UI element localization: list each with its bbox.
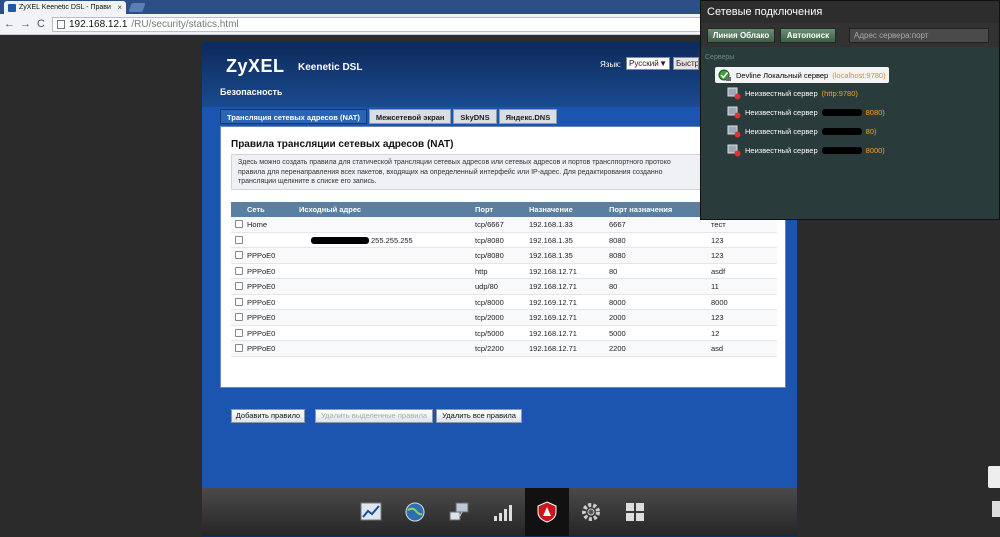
apps-icon[interactable]	[613, 488, 657, 536]
language-label: Язык:	[600, 60, 621, 69]
server-address: 80)	[865, 126, 877, 136]
subtab-bar: Трансляция сетевых адресов (NAT) Межсете…	[220, 109, 558, 124]
side-edge-button[interactable]	[988, 466, 1000, 488]
tab-title: ZyXEL Keenetic DSL - Прави	[19, 4, 111, 11]
table-row[interactable]: PPPoE0 http 192.168.12.71 80 asdf	[231, 264, 777, 279]
row-checkbox[interactable]	[235, 235, 243, 244]
network-connections-panel: Сетевые подключения Линия Облако Автопои…	[700, 0, 1000, 220]
side-edge-tab[interactable]	[992, 501, 1000, 517]
add-rule-button[interactable]: Добавить правило	[231, 409, 305, 423]
table-body: Home tcp/6667 192.168.1.33 6667 тест 255.255…	[231, 217, 777, 357]
table-header: Сеть Исходный адрес Порт Назначение Порт…	[231, 202, 777, 217]
col-header-dest-port[interactable]: Порт назначения	[609, 202, 711, 217]
row-checkbox[interactable]	[235, 313, 243, 322]
signal-icon[interactable]	[481, 488, 525, 536]
col-header-port[interactable]: Порт	[475, 202, 529, 217]
row-checkbox[interactable]	[235, 266, 243, 275]
description-box: Здесь можно создать правила для статичес…	[231, 154, 701, 190]
tab-firewall[interactable]: Межсетевой экран	[368, 109, 452, 124]
favicon-icon	[8, 3, 16, 12]
server-item[interactable]: Неизвестный сервер (http:9780)	[727, 85, 858, 101]
redacted-mark	[311, 237, 369, 245]
redacted-mark	[821, 127, 862, 135]
server-item[interactable]: Devline Локальный сервер (localhost:9780…	[715, 67, 889, 83]
network-icon[interactable]	[437, 488, 481, 536]
table-row[interactable]: PPPoE0 udp/80 192.168.12.71 80 11	[231, 279, 777, 295]
server-address: 8080)	[865, 107, 885, 117]
redacted-mark	[821, 146, 862, 154]
server-name: Неизвестный сервер	[745, 88, 818, 98]
delete-all-button[interactable]: Удалить все правила	[436, 409, 522, 423]
col-header-destination[interactable]: Назначение	[529, 202, 609, 217]
tab-yandex-dns[interactable]: Яндекс.DNS	[498, 109, 558, 124]
row-checkbox[interactable]	[235, 297, 243, 306]
delete-selected-button[interactable]: Удалить выделенные правила	[315, 409, 433, 423]
servers-heading: Серверы	[705, 54, 735, 61]
quick-setup-button[interactable]: Быстр	[673, 57, 699, 70]
redacted-mark	[821, 108, 862, 116]
table-row[interactable]: Home tcp/6667 192.168.1.33 6667 тест	[231, 217, 777, 233]
tab-skydns[interactable]: SkyDNS	[453, 109, 497, 124]
table-row[interactable]: 255.255.255 tcp/8080 192.168.1.35 8080 123	[231, 233, 777, 248]
server-address: (localhost:9780)	[832, 70, 886, 80]
table-row[interactable]: PPPoE0 tcp/2000 192.169.12.71 2000 123	[231, 310, 777, 326]
server-address: 8000)	[865, 145, 885, 155]
zyxel-logo: ZyXEL	[226, 56, 285, 76]
server-name: Неизвестный сервер	[745, 107, 818, 117]
forward-icon[interactable]: →	[20, 18, 31, 30]
server-offline-icon	[727, 106, 741, 119]
server-address-input[interactable]: Адрес сервера:порт	[849, 28, 989, 43]
page-icon	[57, 19, 65, 29]
server-offline-icon	[727, 87, 741, 100]
globe-icon[interactable]	[393, 488, 437, 536]
autosearch-button[interactable]: Автопоиск	[780, 28, 836, 43]
row-checkbox[interactable]	[235, 220, 243, 229]
row-checkbox[interactable]	[235, 344, 243, 353]
col-header-network[interactable]: Сеть	[247, 202, 299, 217]
cloud-line-button[interactable]: Линия Облако	[707, 28, 775, 43]
server-item[interactable]: Неизвестный сервер 80)	[727, 123, 876, 139]
chevron-down-icon: ▼	[659, 59, 667, 68]
tab-nat[interactable]: Трансляция сетевых адресов (NAT)	[220, 109, 367, 124]
table-row[interactable]: PPPoE0 tcp/8000 192.169.12.71 8000 8000	[231, 295, 777, 310]
language-select[interactable]: Русский ▼	[626, 57, 670, 70]
server-name: Неизвестный сервер	[745, 126, 818, 136]
new-tab-button[interactable]	[128, 3, 146, 12]
server-offline-icon	[727, 144, 741, 157]
col-header-source[interactable]: Исходный адрес	[299, 202, 475, 217]
table-row[interactable]: PPPoE0 tcp/8080 192.168.1.35 8080 123	[231, 248, 777, 264]
chart-icon[interactable]	[349, 488, 393, 536]
row-checkbox[interactable]	[235, 328, 243, 337]
server-online-icon	[718, 69, 731, 81]
server-item[interactable]: Неизвестный сервер 8080)	[727, 104, 885, 120]
server-offline-icon	[727, 125, 741, 138]
product-name: Keenetic DSL	[298, 62, 363, 73]
server-item[interactable]: Неизвестный сервер 8000)	[727, 142, 885, 158]
section-title: Безопасность	[220, 87, 283, 97]
row-checkbox[interactable]	[235, 282, 243, 291]
address-bar[interactable]: 192.168.12.1/RU/security/statics.html	[52, 16, 702, 32]
shield-icon[interactable]	[525, 488, 569, 536]
table-row[interactable]: PPPoE0 tcp/5000 192.168.12.71 5000 12	[231, 326, 777, 341]
url-host: 192.168.12.1	[69, 18, 128, 30]
reload-icon[interactable]: C	[36, 18, 46, 30]
url-path: /RU/security/statics.html	[131, 18, 239, 30]
panel-title: Сетевые подключения	[701, 1, 999, 23]
page-title: Правила трансляции сетевых адресов (NAT)	[231, 139, 454, 150]
browser-tab[interactable]: ZyXEL Keenetic DSL - Прави ×	[4, 1, 126, 14]
bottom-dock	[202, 488, 797, 536]
row-checkbox[interactable]	[235, 251, 243, 260]
server-name: Devline Локальный сервер	[736, 70, 829, 80]
back-icon[interactable]: ←	[4, 18, 15, 30]
tab-close-icon[interactable]: ×	[117, 3, 122, 12]
gear-icon[interactable]	[569, 488, 613, 536]
table-row[interactable]: PPPoE0 tcp/2200 192.168.12.71 2200 asd	[231, 341, 777, 357]
panel-toolbar: Линия Облако Автопоиск Адрес сервера:пор…	[701, 23, 999, 47]
language-value: Русский	[629, 59, 659, 68]
server-address: (http:9780)	[821, 88, 858, 98]
server-name: Неизвестный сервер	[745, 145, 818, 155]
nat-rules-table: Сеть Исходный адрес Порт Назначение Порт…	[231, 202, 777, 357]
